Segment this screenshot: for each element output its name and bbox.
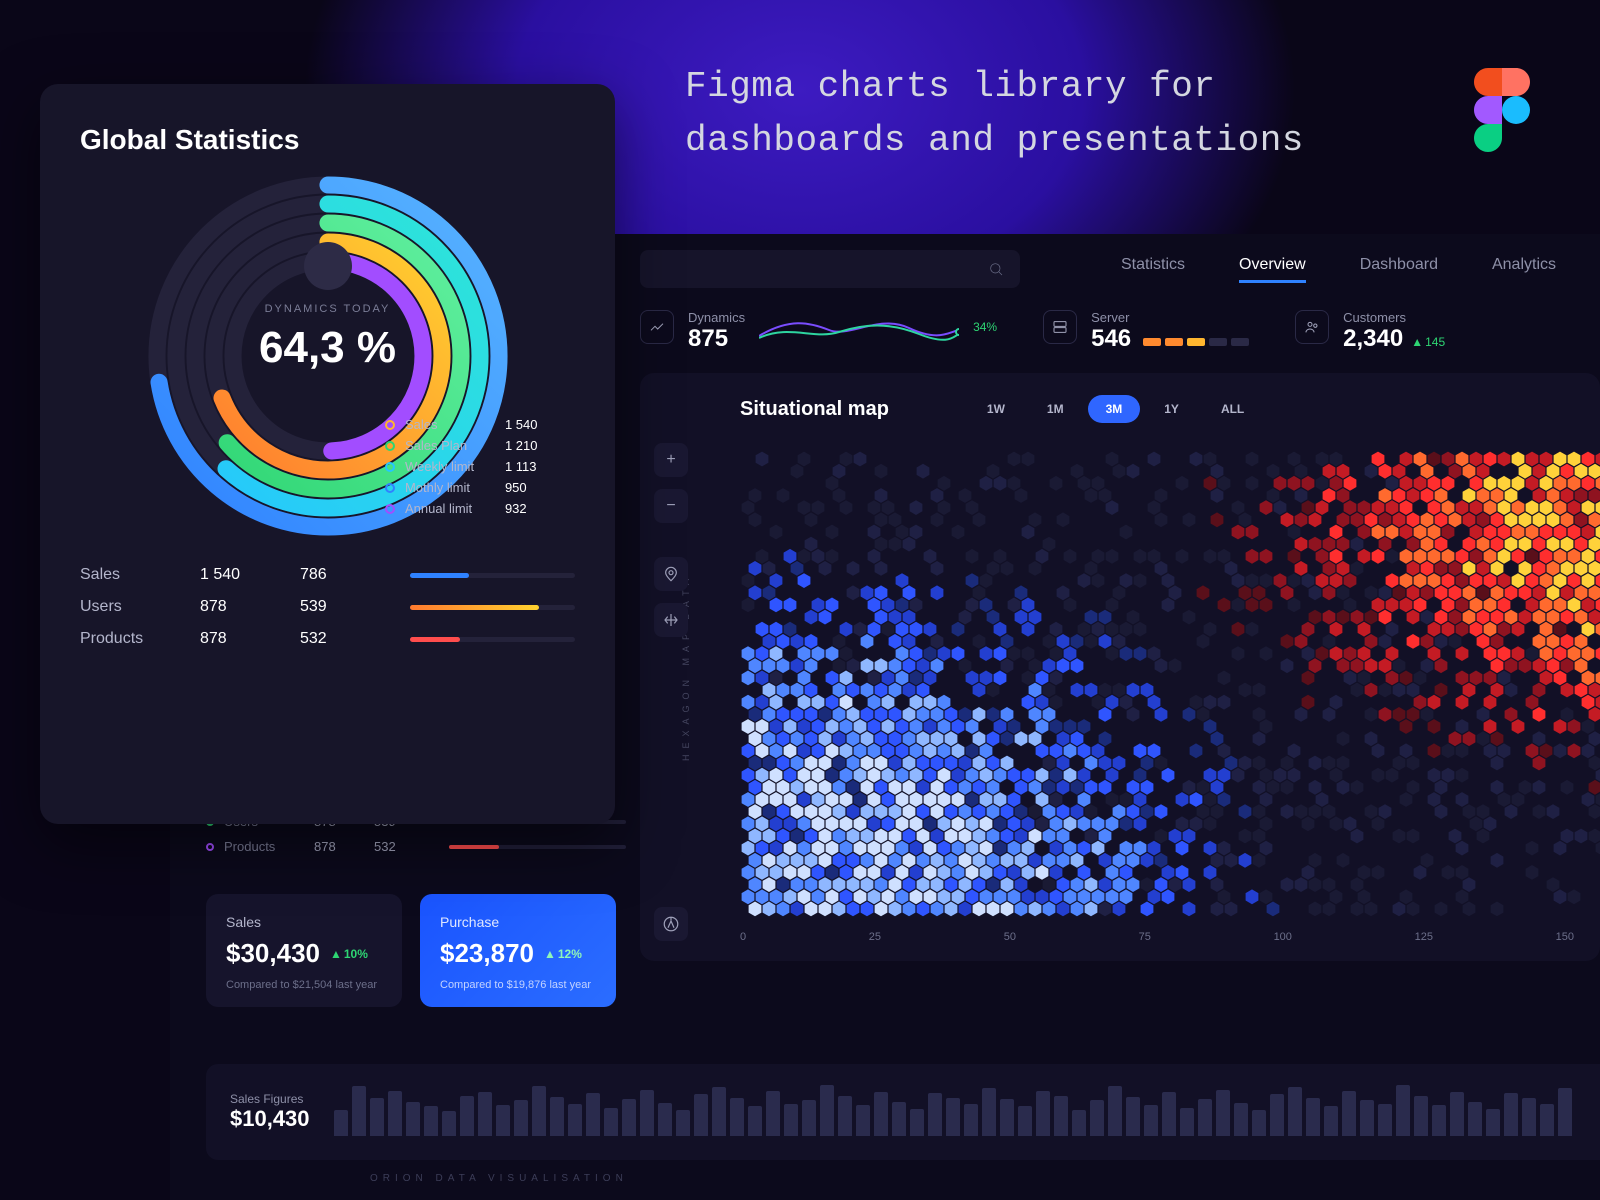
range-3m[interactable]: 3M xyxy=(1088,395,1141,423)
legend-item: Weekly limit1 113 xyxy=(385,459,538,474)
chart-icon xyxy=(640,310,674,344)
stat-dynamics: Dynamics 875 34% xyxy=(640,310,997,353)
legend-item: Sales Plan1 210 xyxy=(385,438,538,453)
avatar-placeholder xyxy=(304,242,352,290)
range-1y[interactable]: 1Y xyxy=(1146,395,1197,423)
kpi-sales: Sales $30,430▲ 10% Compared to $21,504 l… xyxy=(206,894,402,1007)
range-tabs: 1W1M3M1YALL xyxy=(969,395,1262,423)
sparkline-pct: 34% xyxy=(973,320,997,334)
users-icon xyxy=(1295,310,1329,344)
server-segments xyxy=(1143,338,1249,346)
nav-dashboard[interactable]: Dashboard xyxy=(1360,256,1438,283)
pan-button[interactable] xyxy=(654,603,688,637)
map-tools: + − xyxy=(654,443,688,637)
figma-logo xyxy=(1474,68,1530,157)
percent-value: 64,3 % xyxy=(259,323,396,373)
locate-button[interactable] xyxy=(654,557,688,591)
stat-customers: Customers 2,340 ▲ 145 xyxy=(1295,310,1445,353)
range-1w[interactable]: 1W xyxy=(969,395,1023,423)
situational-map-card: Situational map 1W1M3M1YALL + − HEXAGON … xyxy=(640,373,1600,961)
global-mini-table: Sales1 540786 Users878539 Products878532 xyxy=(80,566,575,648)
map-x-axis: 0255075100125150 xyxy=(740,931,1574,943)
stat-server: Server 546 xyxy=(1043,310,1249,353)
table-row: Products878532 xyxy=(206,839,626,854)
range-1m[interactable]: 1M xyxy=(1029,395,1082,423)
zoom-out-button[interactable]: − xyxy=(654,489,688,523)
delta-up: ▲ 145 xyxy=(1411,335,1445,349)
server-icon xyxy=(1043,310,1077,344)
hex-heatmap xyxy=(740,451,1600,921)
sales-figures-bars xyxy=(334,1088,1576,1136)
headline: Figma charts library for dashboards and … xyxy=(685,60,1304,168)
range-all[interactable]: ALL xyxy=(1203,395,1262,423)
table-row: Users878539 xyxy=(80,598,575,616)
compass-icon xyxy=(654,907,688,941)
nav-overview[interactable]: Overview xyxy=(1239,256,1306,283)
global-statistics-card: Global Statistics DYNAMICS TODAY 64,3 xyxy=(40,84,615,824)
map-title: Situational map xyxy=(740,398,889,421)
legend-item: Annual limit932 xyxy=(385,501,538,516)
radial-rings-chart: DYNAMICS TODAY 64,3 % Sales1 540Sales Pl… xyxy=(138,166,518,546)
legend-item: Sales1 540 xyxy=(385,417,538,432)
legend-item: Mothly limit950 xyxy=(385,480,538,495)
brand-footer: ORION DATA VISUALISATION xyxy=(370,1173,628,1184)
sales-figures-card: Sales Figures $10,430 xyxy=(206,1064,1600,1160)
nav-analytics[interactable]: Analytics xyxy=(1492,256,1556,283)
percent-caption: DYNAMICS TODAY xyxy=(259,303,396,315)
table-row: Products878532 xyxy=(80,630,575,648)
search-input[interactable] xyxy=(640,250,1020,288)
zoom-in-button[interactable]: + xyxy=(654,443,688,477)
ring-legend: Sales1 540 Sales Plan1 210 Weekly limit1 1… xyxy=(385,417,538,516)
search-icon xyxy=(988,261,1004,277)
nav-statistics[interactable]: Statistics xyxy=(1121,256,1185,283)
sparkline xyxy=(759,310,959,346)
kpi-purchase: Purchase $23,870▲ 12% Compared to $19,87… xyxy=(420,894,616,1007)
kpi-row: Sales $30,430▲ 10% Compared to $21,504 l… xyxy=(206,894,616,1007)
card-title: Global Statistics xyxy=(80,124,575,156)
main-nav: Statistics Overview Dashboard Analytics xyxy=(1121,256,1556,283)
table-row: Sales1 540786 xyxy=(80,566,575,584)
